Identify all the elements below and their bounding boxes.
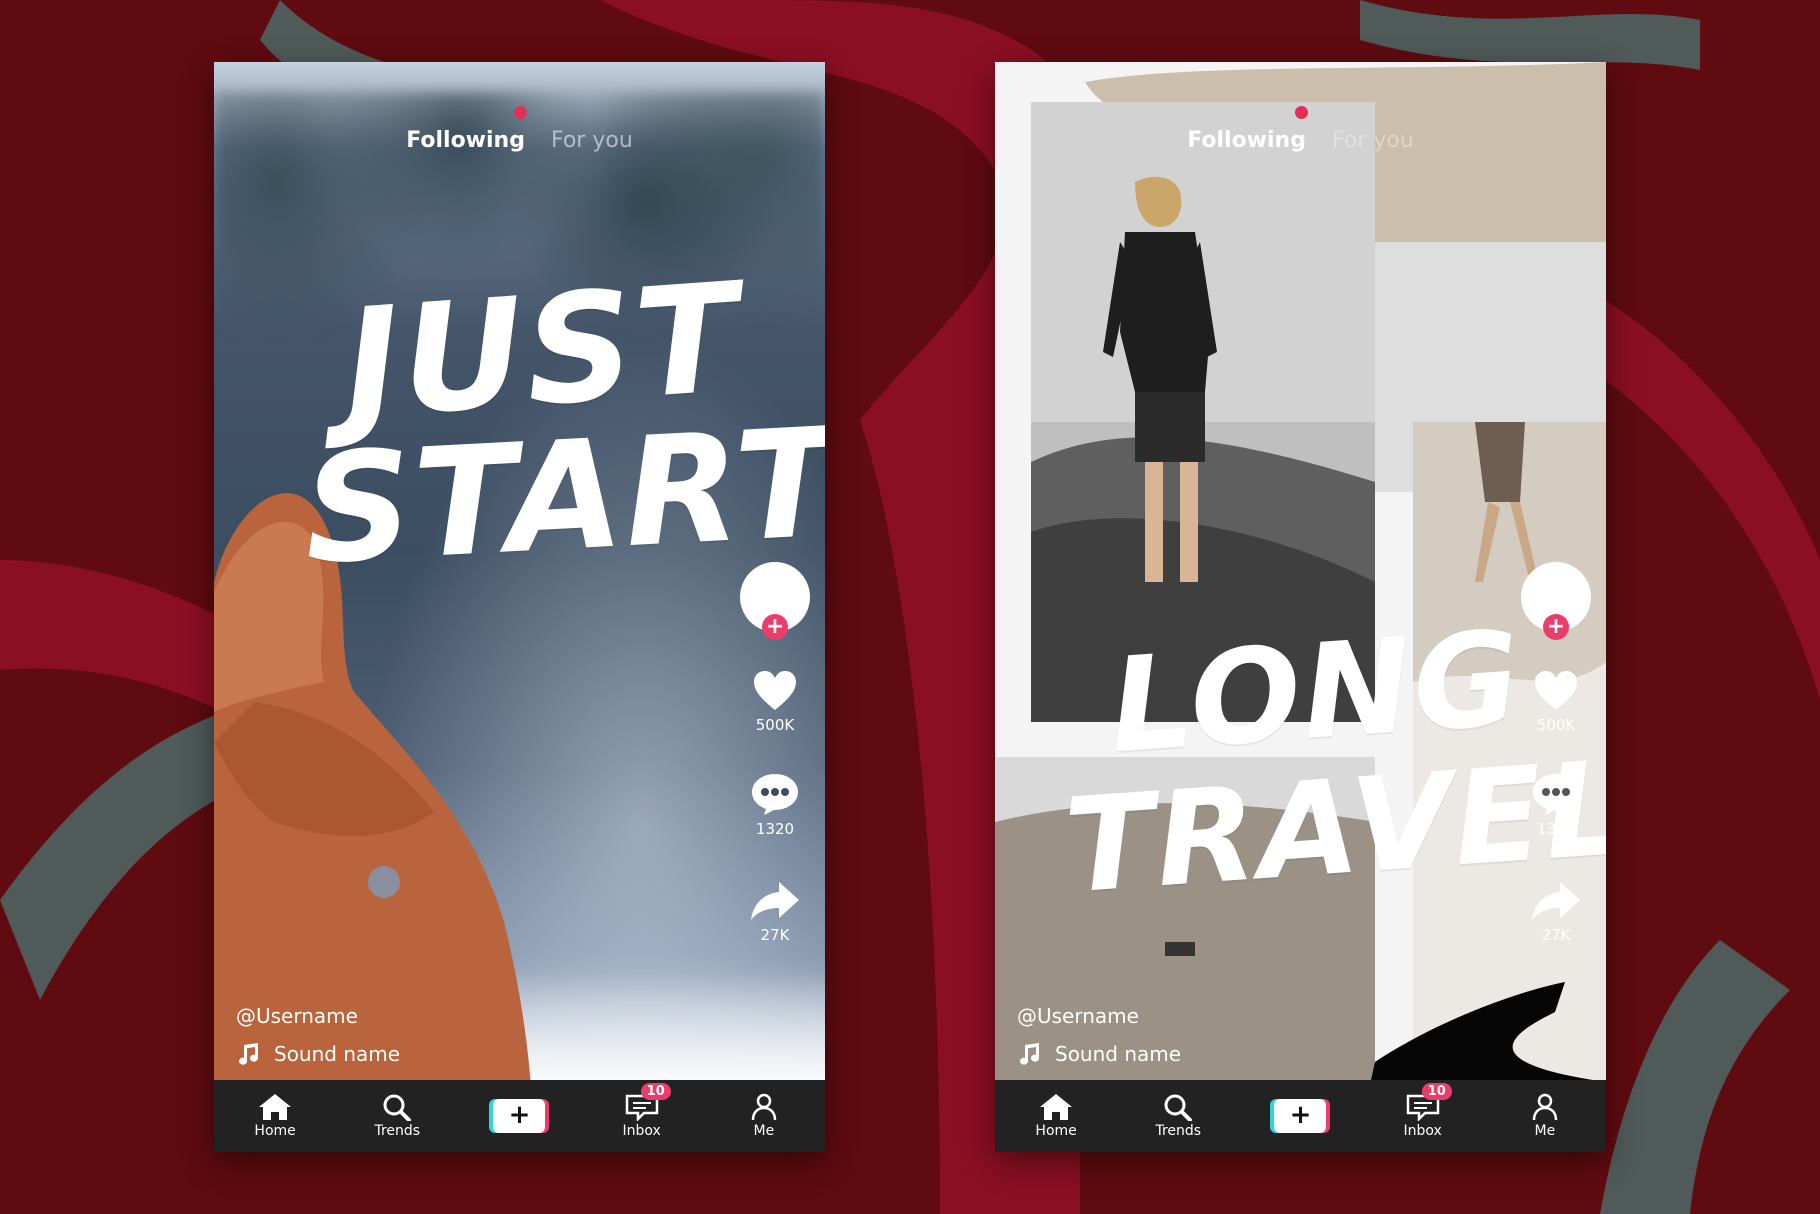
side-actions: + 500K 1320 27K (1516, 562, 1596, 944)
bottom-nav: Home Trends + 10 Inbox Me (995, 1080, 1606, 1152)
tab-following[interactable]: Following (406, 128, 525, 153)
nav-trends[interactable]: Trends (352, 1093, 442, 1139)
home-icon (1040, 1094, 1073, 1120)
live-dot (514, 106, 527, 119)
nav-create[interactable]: + (1255, 1099, 1345, 1133)
create-button[interactable]: + (1270, 1099, 1331, 1133)
search-icon (383, 1094, 412, 1121)
comment-action[interactable]: 1320 (750, 772, 800, 838)
profile-icon (751, 1093, 777, 1121)
nav-home[interactable]: Home (230, 1093, 320, 1139)
nav-home[interactable]: Home (1011, 1093, 1101, 1139)
sound-name: Sound name (274, 1042, 401, 1066)
tab-for-you[interactable]: For you (1332, 128, 1414, 153)
nav-trends[interactable]: Trends (1133, 1093, 1223, 1139)
nav-me[interactable]: Me (719, 1093, 809, 1139)
share-action[interactable]: 27K (1530, 880, 1582, 944)
follow-plus-icon[interactable]: + (762, 614, 788, 640)
feed-tabs: Following For you (995, 120, 1606, 160)
heart-icon[interactable] (752, 670, 798, 712)
creator-avatar[interactable]: + (740, 562, 810, 640)
tab-following[interactable]: Following (1187, 128, 1306, 153)
comment-bubble-icon[interactable] (750, 772, 800, 816)
nav-home-label: Home (1035, 1123, 1077, 1139)
username-link[interactable]: @Username (1017, 1004, 1181, 1028)
nav-create[interactable]: + (474, 1099, 564, 1133)
comment-action[interactable]: 1320 (1531, 772, 1581, 838)
live-dot (1295, 106, 1308, 119)
likes-count: 500K (1536, 716, 1576, 734)
nav-inbox[interactable]: 10 Inbox (1378, 1083, 1468, 1139)
comments-count: 1320 (1536, 820, 1576, 838)
nav-inbox[interactable]: 10 Inbox (597, 1083, 687, 1139)
music-note-icon (1020, 1043, 1040, 1065)
share-arrow-icon[interactable] (1530, 880, 1582, 922)
nav-me-label: Me (1534, 1123, 1556, 1139)
like-action[interactable]: 500K (1533, 670, 1579, 734)
like-action[interactable]: 500K (752, 670, 798, 734)
feed-tabs: Following For you (214, 120, 825, 160)
shares-count: 27K (1541, 926, 1571, 944)
comment-bubble-icon[interactable] (1531, 772, 1581, 816)
phone-screen-left: Following For you Just Start + 500K 1320 (214, 62, 825, 1152)
nav-trends-label: Trends (374, 1123, 421, 1139)
nav-inbox-label: Inbox (1403, 1123, 1442, 1139)
music-note-icon (239, 1043, 259, 1065)
nav-home-label: Home (254, 1123, 296, 1139)
username-link[interactable]: @Username (236, 1004, 400, 1028)
nav-trends-label: Trends (1155, 1123, 1202, 1139)
inbox-badge: 10 (640, 1083, 671, 1100)
video-meta: @Username Sound name (236, 1004, 400, 1066)
share-arrow-icon[interactable] (749, 880, 801, 922)
comments-count: 1320 (755, 820, 795, 838)
sound-row[interactable]: Sound name (1017, 1042, 1181, 1066)
nav-me-label: Me (753, 1123, 775, 1139)
nav-inbox-label: Inbox (622, 1123, 661, 1139)
nav-me[interactable]: Me (1500, 1093, 1590, 1139)
likes-count: 500K (755, 716, 795, 734)
sound-row[interactable]: Sound name (236, 1042, 400, 1066)
tab-for-you[interactable]: For you (551, 128, 633, 153)
follow-plus-icon[interactable]: + (1543, 614, 1569, 640)
heart-icon[interactable] (1533, 670, 1579, 712)
share-action[interactable]: 27K (749, 880, 801, 944)
creator-avatar[interactable]: + (1521, 562, 1591, 640)
bottom-nav: Home Trends + 10 Inbox Me (214, 1080, 825, 1152)
shares-count: 27K (760, 926, 790, 944)
headline-line-2: Start (299, 396, 825, 598)
home-icon (259, 1094, 292, 1120)
create-plus-icon: + (1274, 1099, 1327, 1133)
scene-forest-photo (214, 62, 825, 1152)
side-actions: + 500K 1320 27K (735, 562, 815, 944)
sound-name: Sound name (1055, 1042, 1182, 1066)
create-plus-icon: + (493, 1099, 546, 1133)
phone-screen-right: Following For you Long Travel + 500K 132… (995, 62, 1606, 1152)
inbox-badge: 10 (1421, 1083, 1452, 1100)
search-icon (1164, 1094, 1193, 1121)
video-meta: @Username Sound name (1017, 1004, 1181, 1066)
create-button[interactable]: + (489, 1099, 550, 1133)
profile-icon (1532, 1093, 1558, 1121)
